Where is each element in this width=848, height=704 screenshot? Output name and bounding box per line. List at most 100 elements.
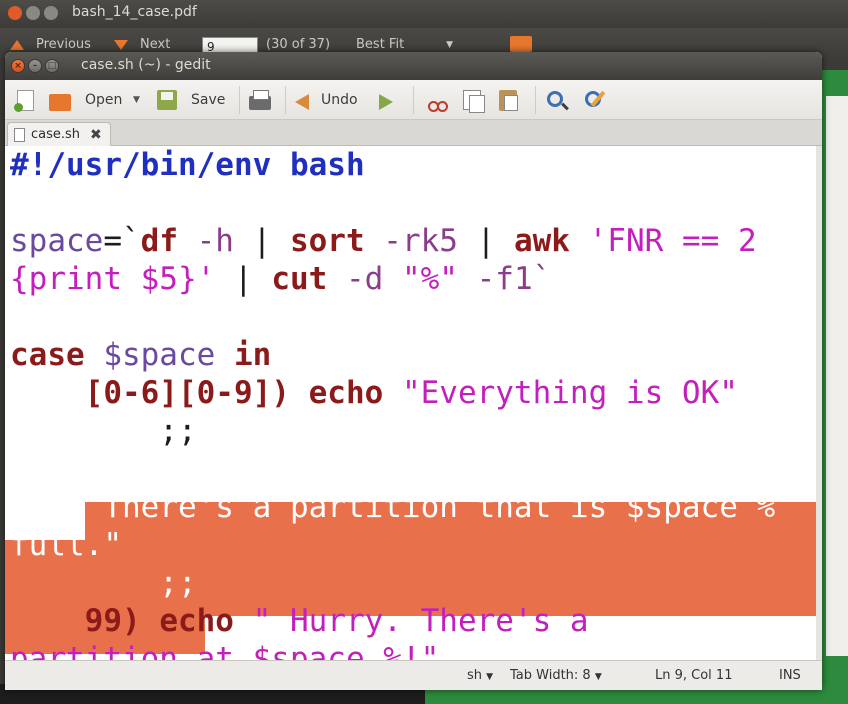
print-button[interactable] [249, 88, 271, 112]
string: {print $5}' [10, 261, 216, 297]
chevron-down-icon: ▼ [446, 39, 454, 50]
toolbar-separator [535, 86, 536, 114]
redo-button[interactable] [379, 88, 393, 112]
cut-button[interactable] [427, 88, 448, 112]
folder-icon[interactable] [510, 36, 532, 52]
maximize-icon[interactable]: □ [45, 59, 59, 73]
code-line-10: out. There's a partition that is $space … [10, 488, 775, 526]
save-icon [157, 90, 177, 110]
code-line-11: full." [10, 526, 122, 564]
code-line-13: 99) echo " Hurry. There's a [10, 602, 589, 640]
string: 'FNR == 2 [569, 223, 757, 259]
toolbar-separator [239, 86, 240, 114]
page-count: (30 of 37) [266, 37, 331, 52]
command: cut [271, 261, 328, 297]
code-line-6: case $space in [10, 336, 271, 374]
code-line-7: [0-6][0-9]) echo "Everything is OK" [10, 374, 738, 412]
pipe: | [215, 261, 272, 297]
chevron-down-icon: ▼ [594, 672, 602, 682]
case-pattern: | 9[1-8]) [271, 451, 458, 487]
zoom-select[interactable]: Best Fit ▼ [356, 37, 453, 52]
code-line-3: space=`df -h | sort -rk5 | awk 'FNR == 2 [10, 222, 757, 260]
code-editor[interactable]: #!/usr/bin/env bash space=`df -h | sort … [5, 146, 822, 660]
tab-close-icon[interactable]: ✖ [90, 127, 102, 143]
pipe: | [457, 223, 514, 259]
code-line-8: ;; [10, 412, 196, 450]
command: echo [457, 451, 570, 487]
language-select[interactable]: sh ▼ [467, 668, 493, 683]
toolbar-separator [285, 86, 286, 114]
new-document-button[interactable] [14, 88, 34, 112]
save-button[interactable]: Save [157, 88, 225, 112]
undo-label: Undo [321, 92, 358, 108]
save-label: Save [191, 92, 226, 108]
string: full." [10, 527, 122, 563]
vertical-scrollbar[interactable] [816, 146, 822, 660]
keyword: case [10, 337, 85, 373]
gedit-window: × – □ case.sh (~) - gedit Open ▼ Save Un… [5, 52, 822, 690]
chevron-down-icon: ▼ [133, 95, 140, 105]
paste-button[interactable] [499, 88, 518, 112]
window-title: case.sh (~) - gedit [81, 57, 211, 73]
code-line-1: #!/usr/bin/env bash [10, 146, 365, 184]
statusbar: sh ▼ Tab Width: 8 ▼ Ln 9, Col 11 INS [5, 660, 822, 690]
next-button[interactable]: Next [114, 37, 170, 52]
code-line-12: ;; [10, 564, 197, 602]
gedit-toolbar: Open ▼ Save Undo [5, 80, 822, 120]
new-document-icon [14, 89, 34, 112]
file-icon [14, 127, 25, 142]
case-pattern: 99) [10, 603, 141, 639]
command: df [140, 223, 178, 259]
minimize-icon[interactable]: – [28, 59, 42, 73]
desktop: bash_14_case.pdf Previous Next (30 of 37… [0, 0, 848, 704]
tab-width-select[interactable]: Tab Width: 8 ▼ [510, 668, 602, 683]
copy-button[interactable] [463, 88, 485, 113]
case-pattern: [7-8][0-9] [10, 451, 272, 487]
string: "Clean [569, 451, 682, 487]
folder-open-icon [49, 93, 71, 111]
redo-icon [379, 94, 393, 110]
open-dropdown-button[interactable]: ▼ [133, 88, 140, 112]
tab-label: case.sh [31, 127, 81, 142]
variable: $space [84, 337, 234, 373]
code-line-4: {print $5}' | cut -d "%" -f1` [10, 260, 551, 298]
close-icon[interactable]: × [11, 59, 25, 73]
open-label: Open [85, 92, 123, 108]
pdf-viewer-titlebar: bash_14_case.pdf [0, 0, 848, 28]
close-icon[interactable] [8, 6, 22, 20]
maximize-icon[interactable] [44, 6, 58, 20]
replace-button[interactable] [585, 88, 601, 112]
chevron-down-icon: ▼ [486, 672, 494, 682]
next-label: Next [140, 37, 171, 52]
code-line-14: partition at $space %!" [10, 640, 439, 660]
copy-icon [463, 90, 485, 113]
arrow-up-icon [10, 39, 24, 50]
previous-button[interactable]: Previous [10, 37, 91, 52]
search-icon [547, 91, 563, 107]
find-replace-icon [585, 91, 601, 107]
printer-icon [249, 89, 271, 110]
scissors-icon [427, 89, 448, 112]
tab-case-sh[interactable]: case.sh ✖ [7, 122, 111, 146]
string: partition at $space %!" [10, 641, 440, 660]
undo-button[interactable]: Undo [295, 88, 358, 112]
string: "%" [401, 261, 458, 297]
open-button[interactable]: Open [49, 88, 122, 112]
language-label: sh [467, 668, 483, 683]
zoom-value: Best Fit [356, 37, 405, 52]
previous-label: Previous [36, 37, 91, 52]
case-terminator: ;; [10, 565, 197, 601]
shebang: #!/usr/bin/env bash [10, 147, 365, 183]
command: echo [140, 603, 253, 639]
undo-icon [295, 94, 309, 110]
code-line-9: [7-8][0-9] | 9[1-8]) echo "Clean [10, 450, 682, 488]
pdf-page-panel [826, 96, 848, 656]
option: -f1` [457, 261, 552, 297]
operator: =` [103, 223, 141, 259]
string: " Hurry. There's a [252, 603, 589, 639]
minimize-icon[interactable] [26, 6, 40, 20]
find-button[interactable] [547, 88, 563, 112]
clipboard-icon [499, 89, 518, 111]
document-tabbar: case.sh ✖ [5, 120, 822, 146]
cursor-position: Ln 9, Col 11 [655, 668, 733, 683]
